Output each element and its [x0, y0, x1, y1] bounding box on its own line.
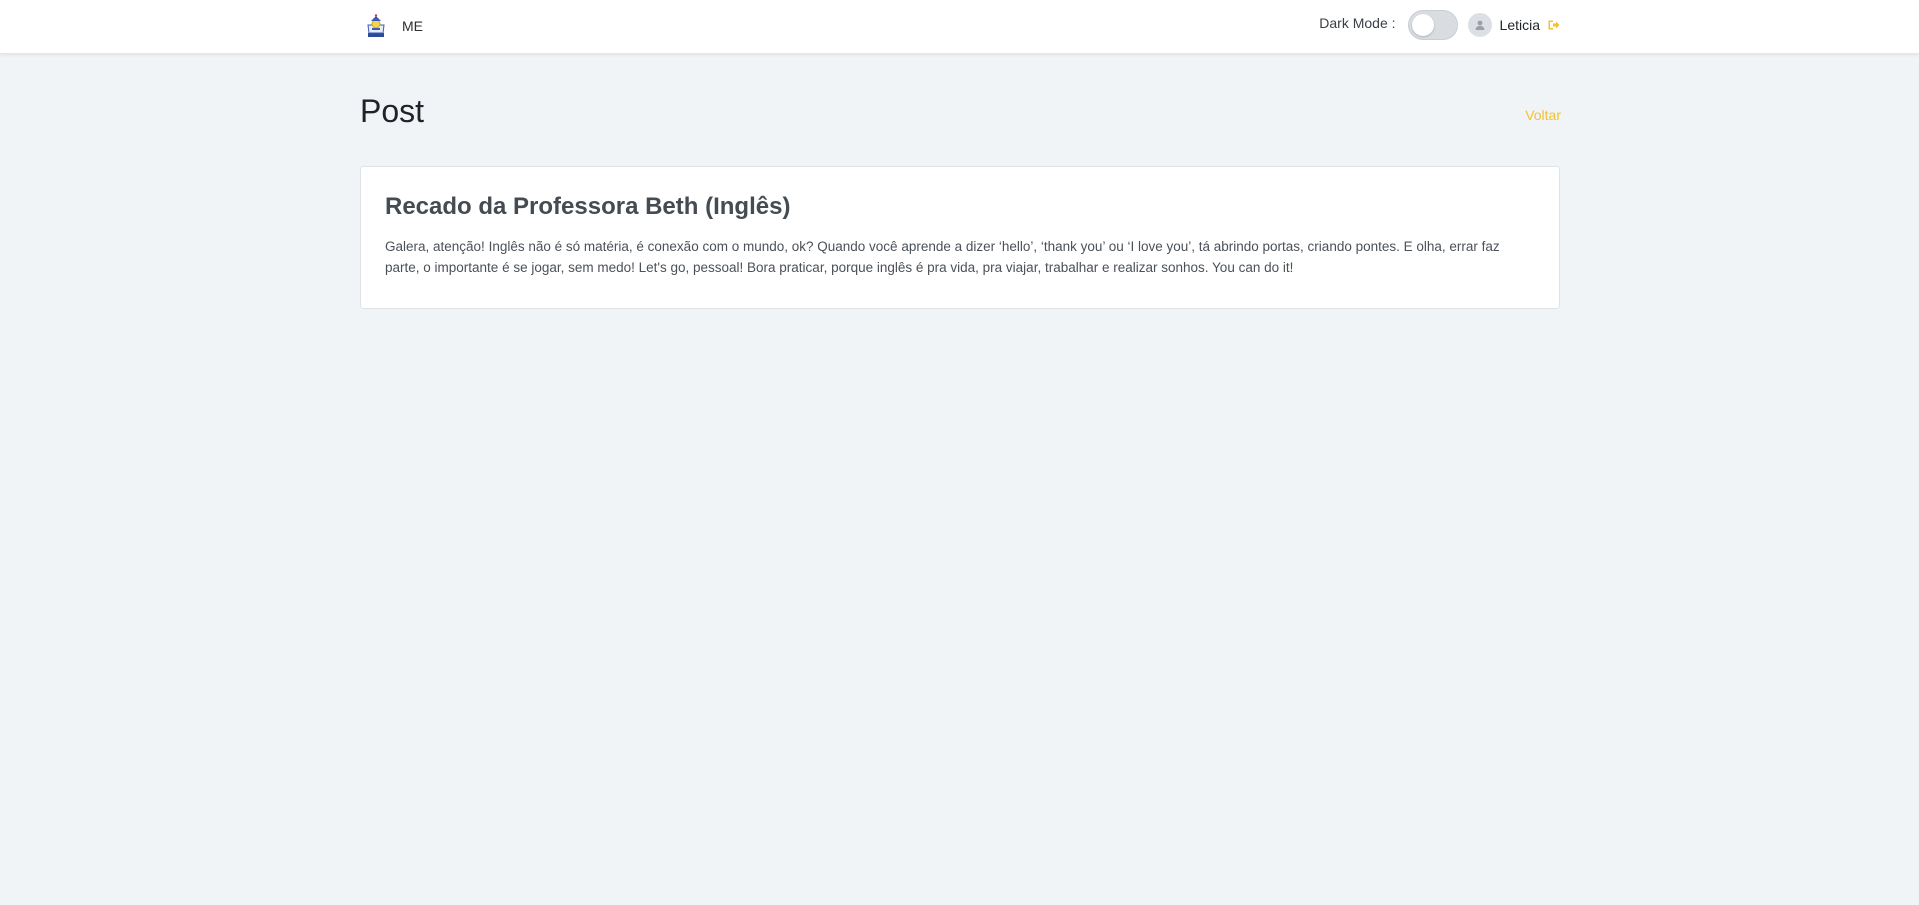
- navbar-right: Dark Mode : Leticia: [1319, 8, 1561, 42]
- dark-mode-toggle[interactable]: [1407, 10, 1458, 40]
- user-name[interactable]: Leticia: [1500, 17, 1540, 33]
- school-crest-icon: [363, 13, 389, 39]
- post-body: Galera, atenção! Inglês não é só matéria…: [385, 238, 1500, 275]
- dark-mode-label: Dark Mode :: [1319, 15, 1396, 31]
- page-title: Post: [360, 93, 425, 129]
- user-avatar-icon[interactable]: [1467, 13, 1492, 37]
- logout-icon[interactable]: [1547, 18, 1561, 32]
- brand-link[interactable]: ME: [363, 13, 423, 39]
- top-navbar: ME Dark Mode : Leticia: [0, 0, 1919, 54]
- back-link[interactable]: Voltar: [1525, 107, 1561, 123]
- post-title: Recado da Professora Beth (Inglês): [385, 193, 791, 220]
- toggle-knob: [1411, 14, 1434, 36]
- brand-text: ME: [402, 18, 423, 34]
- post-card: Recado da Professora Beth (Inglês) Galer…: [360, 166, 1560, 309]
